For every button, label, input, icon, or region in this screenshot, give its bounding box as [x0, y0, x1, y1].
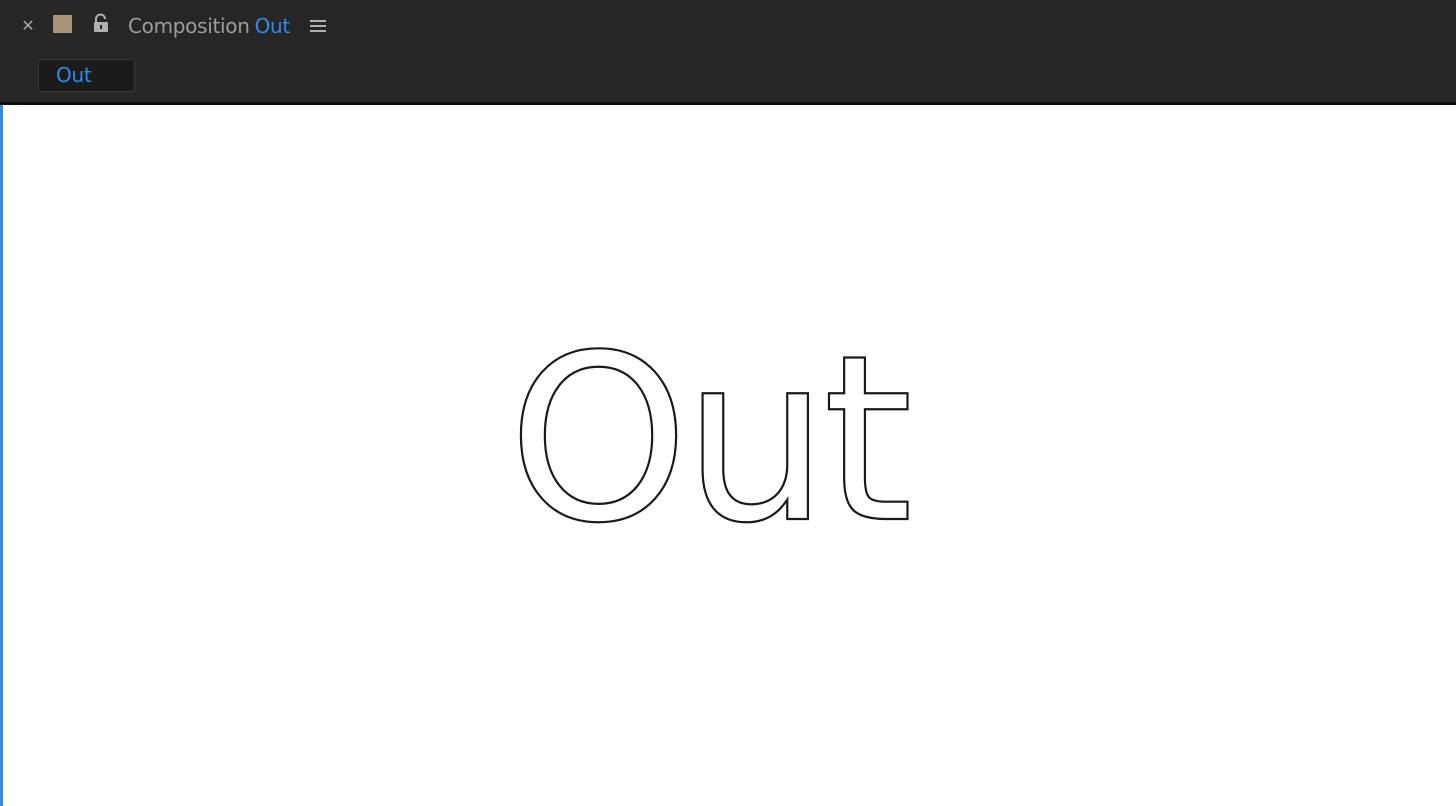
text-layer-out[interactable]: Out [507, 306, 915, 575]
composition-panel: ✕ Composition Out Out Out [0, 0, 1456, 806]
panel-title-label: Composition [128, 14, 250, 38]
panel-title-comp-name: Out [254, 14, 291, 38]
label-color-swatch[interactable] [53, 15, 72, 33]
panel-title: Composition Out [128, 13, 290, 39]
composition-viewer[interactable]: Out [3, 105, 1456, 806]
lock-open-icon[interactable] [92, 13, 110, 33]
composition-tab-row: Out [0, 52, 1456, 102]
composition-canvas: Out [507, 306, 915, 575]
hamburger-menu-icon[interactable] [309, 17, 327, 35]
close-icon[interactable]: ✕ [18, 15, 38, 37]
tab-out[interactable]: Out [38, 59, 135, 92]
panel-title-bar: ✕ Composition Out [0, 0, 1456, 52]
